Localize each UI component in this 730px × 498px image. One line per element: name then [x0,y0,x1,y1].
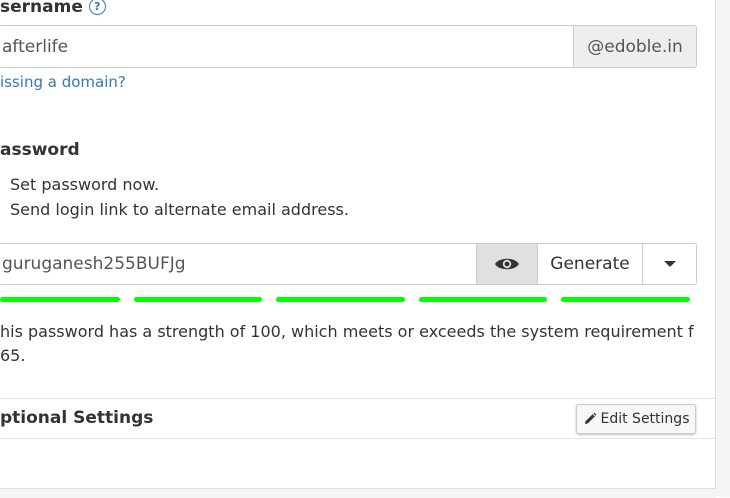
divider-bottom [0,438,716,439]
show-password-button[interactable] [476,244,537,284]
domain-addon: @edoble.in [573,26,696,67]
pencil-icon [584,412,596,424]
optional-settings-label: ptional Settings [0,408,154,428]
eye-icon [495,258,519,270]
strength-segment-5 [561,297,690,302]
radio-send-login-link[interactable]: Send login link to alternate email addre… [10,200,349,219]
generate-button[interactable]: Generate [537,244,642,284]
strength-segment-2 [134,297,262,302]
edit-settings-label: Edit Settings [600,411,690,427]
strength-segment-3 [276,297,405,302]
edit-settings-button[interactable]: Edit Settings [576,404,696,434]
password-strength-message: his password has a strength of 100, whic… [0,322,694,365]
strength-segment-4 [419,297,547,302]
divider-top [0,398,716,399]
right-gutter [716,0,730,497]
username-input[interactable]: afterlife [0,26,573,67]
strength-segment-1 [0,297,120,302]
panel-border [715,0,716,497]
password-label: assword [0,140,80,160]
username-input-group: afterlife @edoble.in [0,25,697,68]
generate-options-button[interactable] [642,244,696,284]
help-icon[interactable]: ? [88,0,106,15]
username-label-text: sername [0,0,83,17]
caret-down-icon [663,261,676,267]
username-label: sername? [0,0,106,17]
password-input[interactable]: guruganesh255BUFJg [0,244,476,284]
password-input-group: guruganesh255BUFJg Generate [0,243,697,285]
missing-domain-link[interactable]: issing a domain? [0,73,126,91]
radio-set-password-now[interactable]: Set password now. [10,175,159,194]
